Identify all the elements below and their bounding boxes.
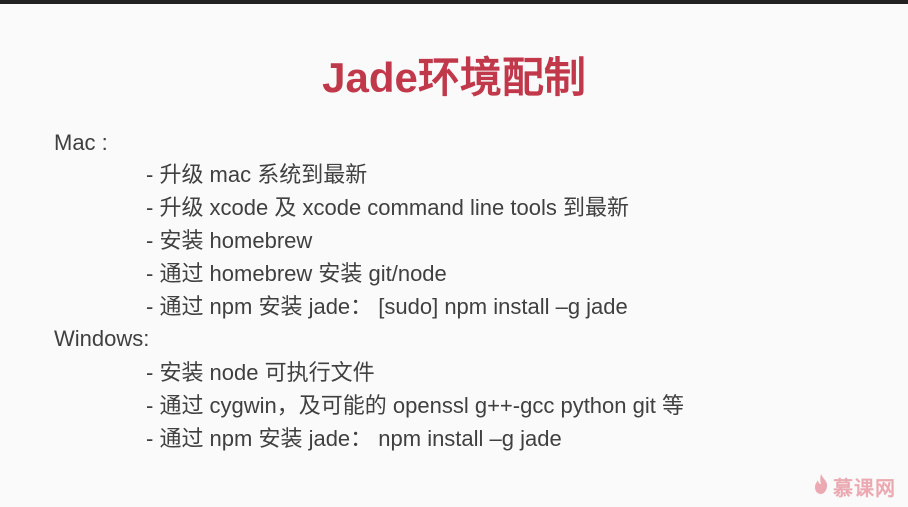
slide: Jade环境配制 Mac : - 升级 mac 系统到最新 - 升级 xcode… — [0, 4, 908, 507]
list-item: - 通过 homebrew 安装 git/node — [146, 261, 447, 286]
slide-title: Jade环境配制 — [322, 54, 586, 101]
list-item: - 升级 mac 系统到最新 — [146, 162, 368, 187]
watermark-logo: 慕课网 — [813, 472, 896, 501]
section-heading-mac: Mac : — [54, 130, 108, 155]
watermark-text: 慕课网 — [833, 478, 896, 500]
flame-icon — [813, 473, 829, 500]
list-item: - 通过 npm 安装 jade： npm install –g jade — [146, 426, 562, 451]
list-item: - 安装 homebrew — [146, 228, 313, 253]
list-item: - 通过 npm 安装 jade： [sudo] npm install –g … — [146, 294, 628, 319]
list-item: - 安装 node 可执行文件 — [146, 360, 375, 385]
section-heading-windows: Windows: — [54, 326, 150, 351]
list-item: - 升级 xcode 及 xcode command line tools 到最… — [146, 195, 629, 220]
list-item: - 通过 cygwin，及可能的 openssl g++-gcc python … — [146, 393, 684, 418]
